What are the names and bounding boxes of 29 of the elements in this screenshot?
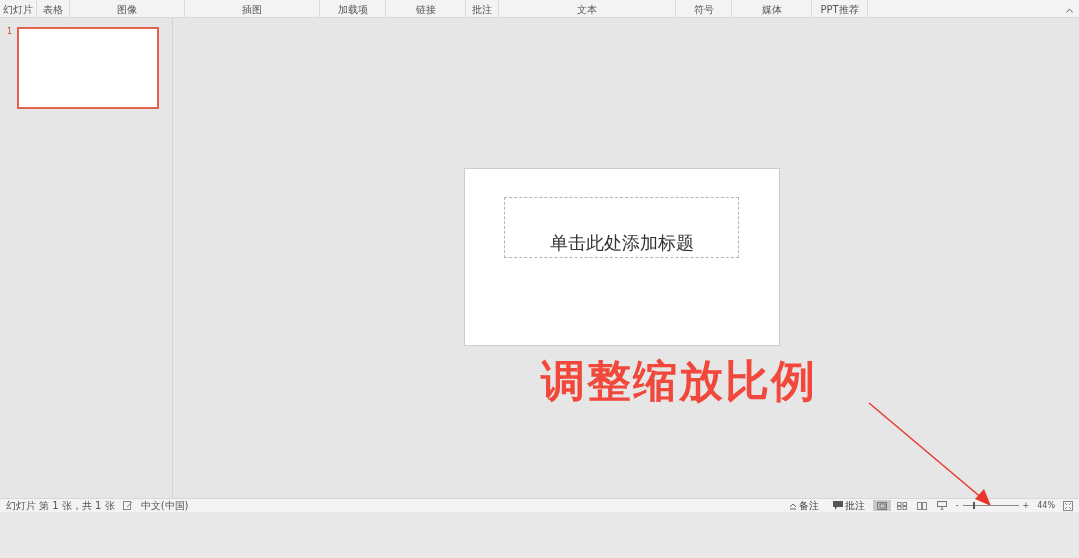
slide-thumbnail[interactable] bbox=[17, 27, 160, 109]
fit-to-window-icon[interactable] bbox=[1063, 500, 1073, 511]
comments-button[interactable]: 批注 bbox=[829, 500, 868, 511]
zoom-slider-thumb[interactable] bbox=[972, 502, 975, 509]
edit-note-icon[interactable] bbox=[122, 501, 133, 510]
ribbon-group-label: 插图 bbox=[242, 4, 262, 15]
ribbon-group-label: 幻灯片 bbox=[3, 4, 33, 15]
title-placeholder[interactable]: 单击此处添加标题 bbox=[504, 197, 739, 258]
ribbon-group-label: 文本 bbox=[577, 4, 597, 15]
annotation-text: 调整缩放比例 bbox=[541, 356, 817, 406]
collapse-ribbon-icon[interactable] bbox=[1066, 8, 1073, 13]
ribbon-group-label: 符号 bbox=[693, 4, 714, 15]
ribbon-group-label: 链接 bbox=[415, 4, 436, 15]
language-label[interactable]: 中文(中国) bbox=[140, 500, 189, 511]
notes-button[interactable]: 备注 bbox=[785, 500, 822, 511]
ribbon-group-label: 图像 bbox=[117, 4, 137, 15]
zoom-percent[interactable]: 44% bbox=[1037, 500, 1055, 511]
normal-view-button[interactable] bbox=[872, 500, 891, 511]
slide-info: 幻灯片 第 1 张，共 1 张 bbox=[6, 500, 115, 511]
slide-number: 1 bbox=[7, 27, 13, 36]
zoom-in-button[interactable]: + bbox=[1022, 501, 1030, 510]
ribbon-group-label: 加载项 bbox=[337, 4, 368, 15]
ribbon-group-label: 批注 bbox=[472, 4, 492, 15]
comment-icon bbox=[832, 501, 843, 510]
notes-icon bbox=[788, 501, 797, 510]
zoom-out-button[interactable]: - bbox=[955, 501, 959, 510]
ribbon-group-label: PPT推荐 bbox=[820, 4, 859, 15]
ribbon-group-label: 媒体 bbox=[761, 4, 782, 15]
ribbon-group-label: 表格 bbox=[43, 4, 63, 15]
